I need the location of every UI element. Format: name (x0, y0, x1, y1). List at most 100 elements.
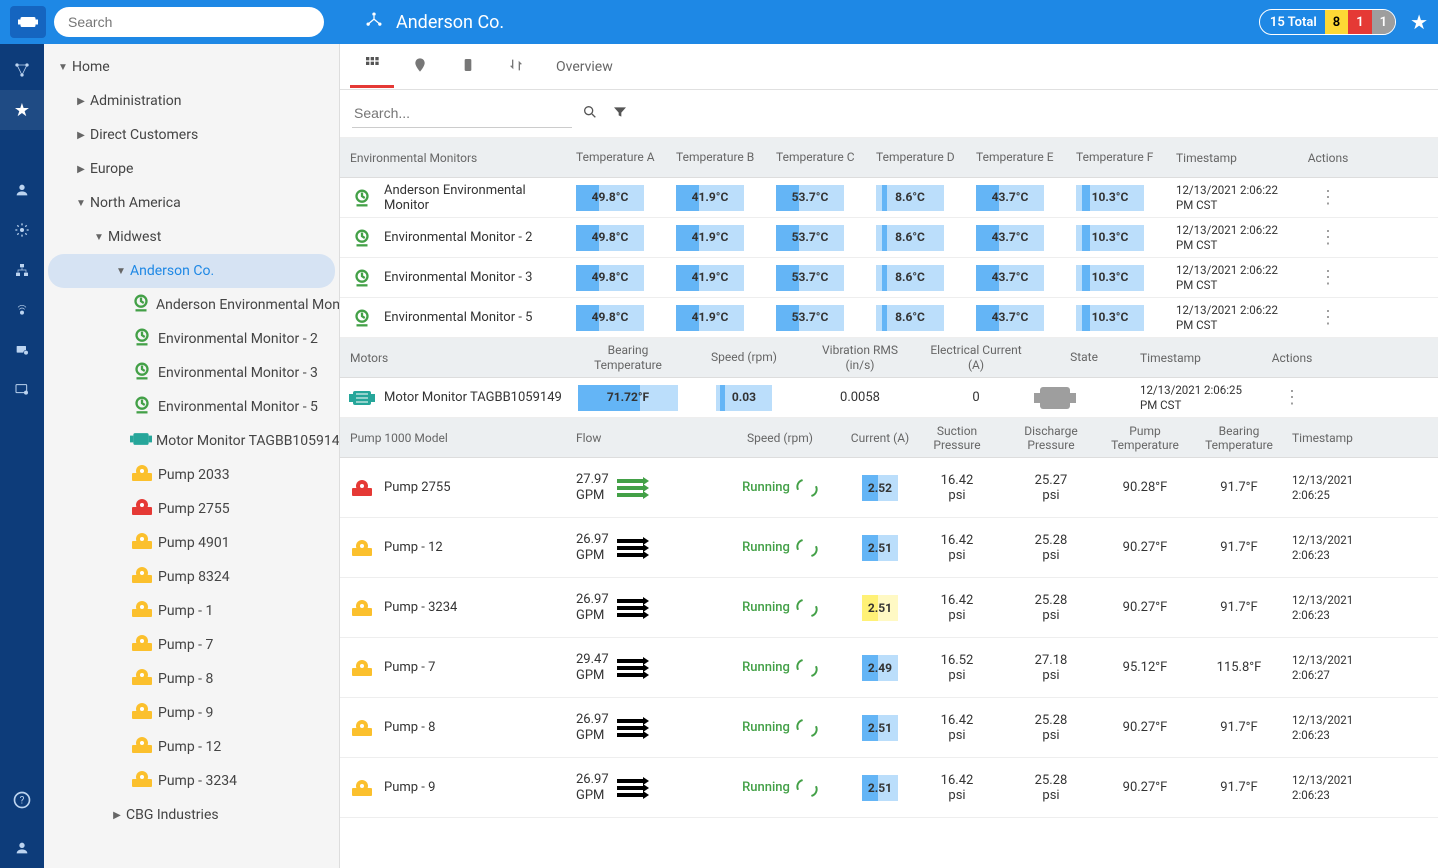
alarm-grey-count: 1 (1372, 10, 1395, 34)
rail-account-icon[interactable] (0, 828, 44, 868)
tree-midwest[interactable]: ▼ Midwest (44, 220, 339, 254)
row-menu-icon[interactable]: ⋮ (1319, 227, 1337, 248)
device-icon (130, 326, 154, 352)
rail-download-icon[interactable] (0, 130, 44, 170)
logo-icon[interactable] (10, 6, 46, 38)
tree-administration[interactable]: ▶ Administration (44, 84, 339, 118)
tree-device-item[interactable]: Pump - 9 (44, 696, 339, 730)
env-row[interactable]: Environmental Monitor - 3 49.8°C41.9°C53… (340, 258, 1438, 298)
tree-north-america[interactable]: ▼ North America (44, 186, 339, 220)
tree-label: Home (72, 59, 110, 75)
global-search-input[interactable] (54, 7, 324, 37)
col-header: Timestamp (1134, 347, 1262, 369)
tree-device-item[interactable]: Pump 2033 (44, 458, 339, 492)
flow-arrows-icon (617, 779, 645, 797)
env-row[interactable]: Environmental Monitor - 2 49.8°C41.9°C53… (340, 218, 1438, 258)
tree-home[interactable]: ▼ Home (44, 50, 339, 84)
rail-network-icon[interactable] (0, 50, 44, 90)
tree-direct-customers[interactable]: ▶ Direct Customers (44, 118, 339, 152)
tree-device-item[interactable]: Pump - 3234 (44, 764, 339, 798)
col-header: Flow (570, 427, 710, 449)
col-header: Temperature F (1070, 146, 1170, 168)
bearing-temp-cell: 91.7°F (1192, 716, 1286, 739)
running-icon (793, 535, 821, 561)
tab-grid-icon[interactable] (350, 45, 394, 88)
row-menu-icon[interactable]: ⋮ (1319, 187, 1337, 208)
row-menu-icon[interactable]: ⋮ (1283, 387, 1301, 408)
filter-search-input[interactable] (352, 99, 572, 128)
tree-anderson-co[interactable]: ▼ Anderson Co. (48, 254, 335, 288)
pump-temp-cell: 90.27°F (1098, 716, 1192, 739)
speed-cell: Running (710, 775, 850, 801)
rail-monitor-gear-icon[interactable] (0, 370, 44, 410)
tab-location-icon[interactable] (398, 47, 442, 87)
chevron-right-icon: ▶ (108, 810, 126, 821)
alarm-total: 15 Total (1270, 15, 1325, 30)
filter-icon[interactable] (612, 104, 628, 124)
tree-cbg-industries[interactable]: ▶ CBG Industries (44, 798, 339, 832)
motor-row[interactable]: Motor Monitor TAGBB1059149 71.72°F 0.03 … (340, 378, 1438, 418)
tree-device-item[interactable]: Environmental Monitor - 2 (44, 322, 339, 356)
tree-device-item[interactable]: Pump - 8 (44, 662, 339, 696)
running-icon (793, 655, 821, 681)
pump-temp-cell: 90.27°F (1098, 536, 1192, 559)
pump-row[interactable]: Pump - 8 26.97GPM Running 2.51 16.42psi … (340, 698, 1438, 758)
tree-device-item[interactable]: Anderson Environmental Monitor (44, 288, 339, 322)
tree-device-item[interactable]: Pump 2755 (44, 492, 339, 526)
tab-overview[interactable]: Overview (542, 49, 627, 85)
col-header: Timestamp (1170, 147, 1298, 169)
tree-device-item[interactable]: Pump 8324 (44, 560, 339, 594)
tree-device-item[interactable]: Pump - 7 (44, 628, 339, 662)
discharge-cell: 27.18psi (1004, 649, 1098, 687)
pump-row[interactable]: Pump - 12 26.97GPM Running 2.51 16.42psi… (340, 518, 1438, 578)
rail-hierarchy-icon[interactable] (0, 250, 44, 290)
metric-cell: 71.72°F (570, 381, 686, 415)
col-header: Temperature C (770, 146, 870, 168)
tree-device-item[interactable]: Environmental Monitor - 5 (44, 390, 339, 424)
favorite-star-icon[interactable]: ★ (1410, 10, 1428, 34)
pump-row[interactable]: Pump - 9 26.97GPM Running 2.51 16.42psi … (340, 758, 1438, 818)
tree-europe[interactable]: ▶ Europe (44, 152, 339, 186)
col-header: Speed (rpm) (710, 427, 850, 449)
timestamp-cell: 12/13/2021 2:06:23 (1286, 709, 1380, 747)
pump-row[interactable]: Pump - 3234 26.97GPM Running 2.51 16.42p… (340, 578, 1438, 638)
pump-icon (340, 658, 384, 678)
metric-cell: 0.0058 (802, 386, 918, 410)
tree-device-item[interactable]: Pump 4901 (44, 526, 339, 560)
rail-star-icon[interactable]: ★ (0, 90, 44, 130)
pump-icon (340, 718, 384, 738)
tab-swap-icon[interactable] (494, 47, 538, 87)
tree-device-item[interactable]: Pump - 12 (44, 730, 339, 764)
env-row[interactable]: Environmental Monitor - 5 49.8°C41.9°C53… (340, 298, 1438, 338)
tree-device-item[interactable]: Environmental Monitor - 3 (44, 356, 339, 390)
tree-label: CBG Industries (126, 807, 219, 823)
device-icon (130, 701, 154, 725)
tree-device-item[interactable]: Motor Monitor TAGBB1059149 (44, 424, 339, 458)
current-cell: 2.51 (850, 775, 910, 801)
alarm-summary[interactable]: 15 Total 8 1 1 (1259, 9, 1396, 35)
chevron-down-icon: ▼ (90, 232, 108, 243)
row-menu-icon[interactable]: ⋮ (1319, 307, 1337, 328)
rail-gear-icon[interactable] (0, 210, 44, 250)
device-icon (130, 430, 152, 452)
rail-help-icon[interactable]: ? (0, 780, 44, 820)
tree-label: Direct Customers (90, 127, 198, 143)
metric-cell: 43.7°C (970, 261, 1070, 295)
search-icon[interactable] (582, 104, 598, 124)
rail-device-gear-icon[interactable] (0, 330, 44, 370)
tree-device-item[interactable]: Pump - 1 (44, 594, 339, 628)
device-icon (130, 292, 152, 318)
metric-cell: 10.3°C (1070, 221, 1170, 255)
col-header: Timestamp (1286, 427, 1380, 449)
running-icon (793, 775, 821, 801)
tab-device-icon[interactable] (446, 47, 490, 87)
rail-user-icon[interactable] (0, 170, 44, 210)
tree-sidebar: ▼ Home ▶ Administration ▶ Direct Custome… (44, 44, 340, 868)
row-menu-icon[interactable]: ⋮ (1319, 267, 1337, 288)
env-row[interactable]: Anderson Environmental Monitor 49.8°C41.… (340, 178, 1438, 218)
env-icon (340, 187, 384, 209)
rail-wireless-gear-icon[interactable] (0, 290, 44, 330)
pump-row[interactable]: Pump 2755 27.97GPM Running 2.52 16.42psi… (340, 458, 1438, 518)
running-icon (793, 475, 821, 501)
pump-row[interactable]: Pump - 7 29.47GPM Running 2.49 16.52psi … (340, 638, 1438, 698)
